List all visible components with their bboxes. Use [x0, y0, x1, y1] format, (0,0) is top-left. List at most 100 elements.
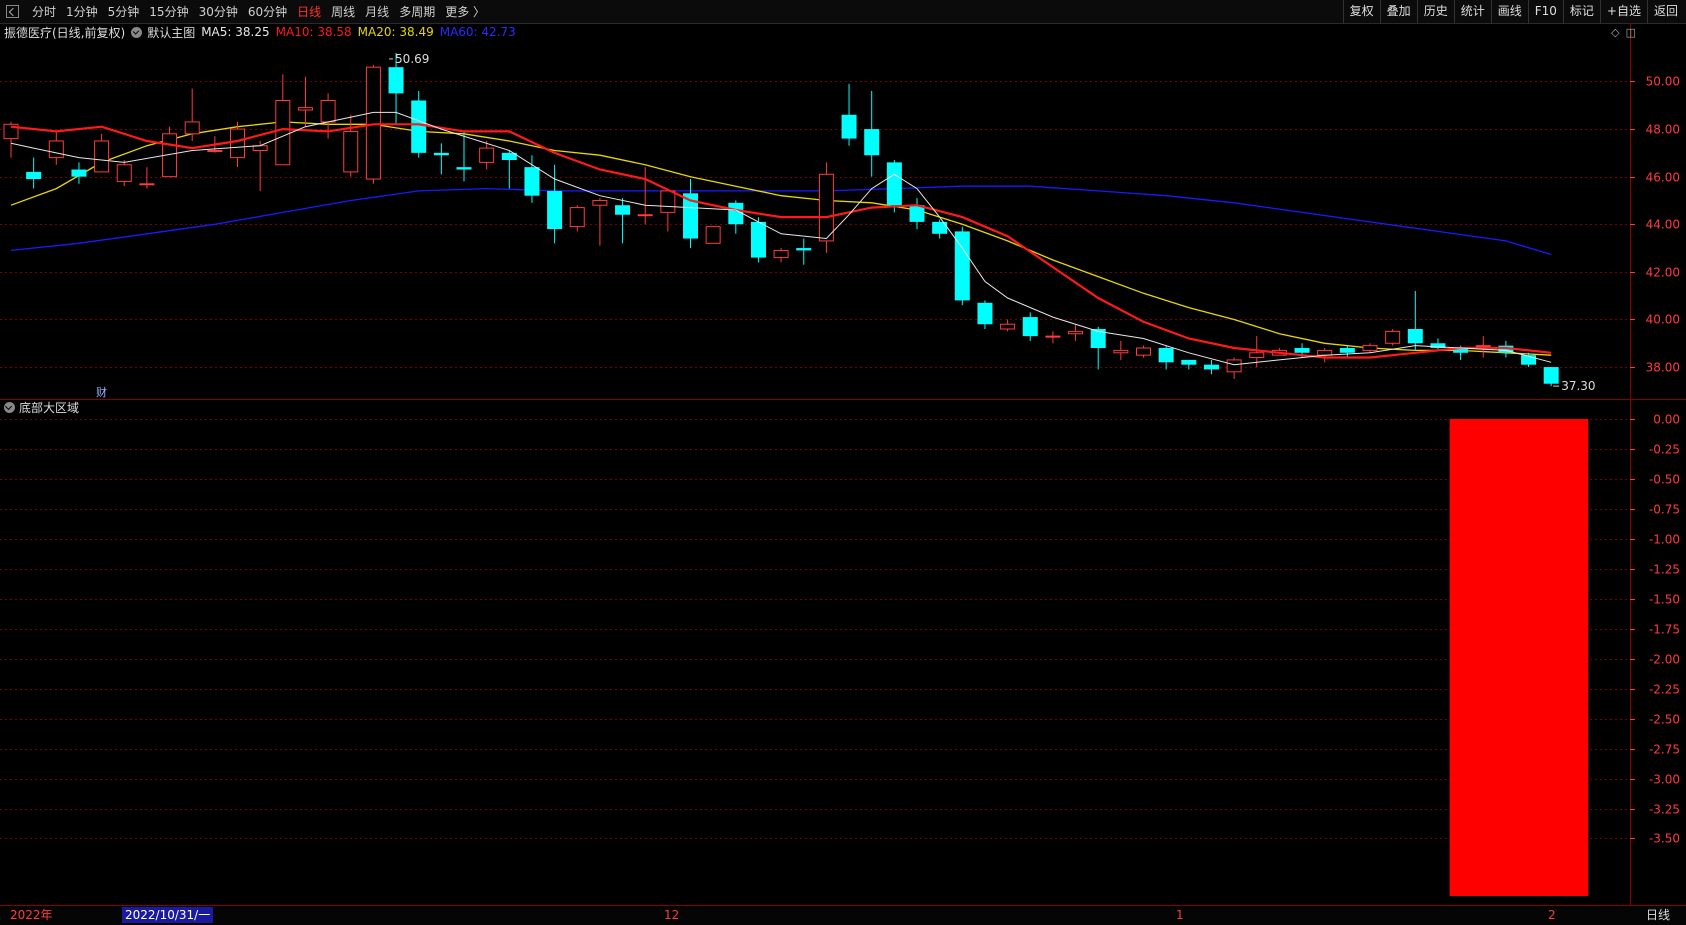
- indicator-tick-label: -3.00: [1649, 773, 1680, 787]
- month-mark-12: 12: [664, 908, 680, 922]
- candle-body: [547, 190, 563, 230]
- low-price-label: 37.30: [1561, 379, 1595, 393]
- candle-body: [1113, 349, 1129, 354]
- candle-body: [1543, 367, 1559, 384]
- cursor-date: 2022/10/31/一: [122, 907, 214, 923]
- candle-body: [1249, 352, 1265, 359]
- kline-chart[interactable]: 50.00 48.00 46.00 44.00 42.00 40.00 38.00 0.00 -…: [0, 0, 1686, 905]
- stock-name[interactable]: 振德医疗(日线,前复权): [4, 24, 125, 41]
- candle-body: [94, 140, 110, 173]
- indicator-tick-label: -1.25: [1649, 563, 1680, 577]
- candle-body: [1045, 335, 1061, 338]
- candle-body: [1339, 348, 1355, 353]
- price-tick-label: 40.00: [1646, 313, 1680, 327]
- indicator-tick-label: -2.75: [1649, 743, 1680, 757]
- high-price-label: 50.69: [395, 52, 429, 66]
- candle-body: [1181, 359, 1197, 365]
- indicator-tick-label: -1.75: [1649, 623, 1680, 637]
- sub-panel-title: 底部大区域: [4, 399, 79, 416]
- candle-body: [207, 149, 223, 152]
- sub-indicator-label[interactable]: 底部大区域: [19, 399, 79, 416]
- candle-body: [705, 226, 721, 244]
- indicator-tick-label: -0.25: [1649, 443, 1680, 457]
- candle-body: [48, 140, 64, 159]
- main-indicator-label[interactable]: 默认主图: [147, 24, 195, 41]
- candle-body: [365, 66, 381, 180]
- candle-body: [1362, 345, 1378, 351]
- candle-body: [1385, 330, 1401, 344]
- candle-body: [343, 130, 359, 173]
- candle-body: [1136, 347, 1151, 356]
- price-tick-label: 50.00: [1646, 75, 1680, 89]
- bottom-zone-bar: [1449, 419, 1589, 896]
- candle-body: [728, 202, 744, 225]
- ma60-value: MA60: 42.73: [439, 25, 516, 39]
- diamond-icon[interactable]: ◇: [1611, 26, 1619, 39]
- candle-body: [886, 162, 902, 206]
- candle-body: [864, 129, 880, 156]
- candle-body: [524, 167, 540, 196]
- indicator-tick-label: -2.00: [1649, 653, 1680, 667]
- indicator-tick-label: -3.25: [1649, 803, 1680, 817]
- candle-body: [320, 100, 336, 123]
- candle-body: [456, 167, 472, 170]
- year-label: 2022年: [10, 908, 53, 922]
- ma60-line: [10, 185, 1552, 256]
- panel-controls: ◇ ◫: [1611, 26, 1636, 39]
- candle-body: [297, 107, 313, 111]
- ma10-line: [10, 123, 1552, 359]
- candle-body: [230, 128, 245, 159]
- candle-body: [26, 171, 42, 180]
- candle-body: [796, 248, 812, 251]
- indicator-tick-label: -3.50: [1649, 832, 1680, 846]
- candle-body: [1068, 330, 1084, 335]
- candle-body: [637, 214, 653, 217]
- candle-body: [139, 183, 155, 186]
- indicator-toggle-icon[interactable]: [131, 26, 143, 38]
- candle-body: [116, 164, 132, 182]
- indicator-tick-label: -0.75: [1649, 503, 1680, 517]
- main-legend: 振德医疗(日线,前复权) 默认主图 MA5: 38.25 MA10: 38.58…: [4, 23, 522, 41]
- panel-expand-icon[interactable]: ◫: [1626, 26, 1636, 39]
- ma10-value: MA10: 38.58: [275, 25, 352, 39]
- candle-body: [1000, 323, 1016, 330]
- candle-body: [1158, 348, 1174, 363]
- indicator-tick-label: -0.50: [1649, 473, 1680, 487]
- candle-body: [71, 169, 87, 177]
- ma20-value: MA20: 38.49: [357, 25, 434, 39]
- period-indicator[interactable]: 日线: [1646, 907, 1670, 923]
- ma5-value: MA5: 38.25: [201, 25, 270, 39]
- month-mark-2: 2: [1548, 908, 1556, 922]
- candle-body: [909, 205, 925, 222]
- candle-body: [433, 152, 449, 156]
- sub-indicator-toggle-icon[interactable]: [4, 402, 15, 413]
- date-axis-bar: 2022年 2022/10/31/一 12 1 2 日线: [0, 905, 1686, 925]
- indicator-tick-label: -1.50: [1649, 593, 1680, 607]
- candle-body: [275, 100, 291, 166]
- month-mark-1: 1: [1176, 908, 1184, 922]
- indicator-tick-label: -2.50: [1649, 713, 1680, 727]
- candle-body: [615, 205, 631, 215]
- indicator-tick-label: -1.00: [1649, 533, 1680, 547]
- price-tick-label: 48.00: [1646, 123, 1680, 137]
- indicator-tick-label: -2.25: [1649, 683, 1680, 697]
- finance-marker[interactable]: 财: [96, 384, 107, 400]
- candle-body: [1294, 348, 1310, 353]
- candle-body: [818, 173, 834, 242]
- candle-body: [660, 190, 676, 213]
- price-tick-label: 42.00: [1646, 266, 1680, 280]
- candle-body: [1203, 364, 1219, 370]
- candle-body: [977, 302, 993, 325]
- candle-body: [184, 121, 200, 135]
- candle-body: [1475, 345, 1491, 348]
- candle-body: [1022, 317, 1038, 337]
- candle-body: [592, 199, 608, 206]
- candle-body: [569, 207, 585, 228]
- candle-body: [750, 221, 766, 258]
- candle-body: [841, 114, 857, 139]
- candle-body: [388, 67, 404, 94]
- candle-body: [773, 249, 789, 259]
- candle-body: [411, 100, 427, 153]
- indicator-tick-label: 0.00: [1653, 413, 1680, 427]
- candle-body: [1226, 359, 1242, 373]
